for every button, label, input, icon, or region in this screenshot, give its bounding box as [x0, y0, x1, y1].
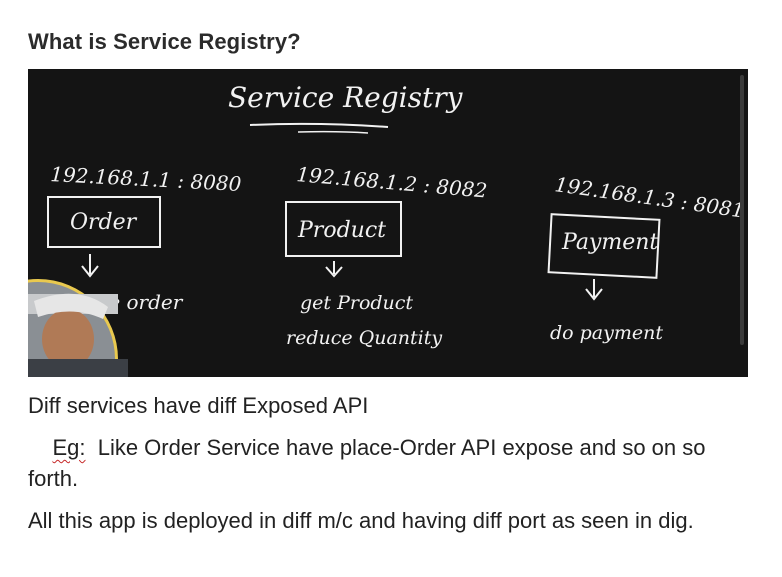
product-api-0: get Product [300, 292, 413, 314]
example-prefix: Eg: [52, 435, 86, 460]
payment-arrow [585, 279, 603, 301]
product-name: Product [297, 218, 386, 243]
order-arrow [81, 254, 99, 278]
title-underline-2 [297, 130, 369, 134]
product-address: 192.168.1.2 : 8082 [296, 162, 489, 203]
example-text: Like Order Service have place-Order API … [28, 435, 712, 491]
order-address: 192.168.1.1 : 8080 [50, 162, 242, 196]
scrollbar[interactable] [740, 75, 744, 345]
paragraph-diff-services: Diff services have diff Exposed API [28, 393, 369, 418]
order-name: Order [70, 210, 138, 235]
whiteboard-drawing: Service Registry 192.168.1.1 : 8080 Orde… [28, 81, 746, 377]
payment-name: Payment [561, 230, 658, 255]
payment-api-0: do payment [550, 322, 663, 344]
product-api-1: reduce Quantity [286, 327, 442, 349]
product-arrow [325, 261, 343, 278]
page-title: What is Service Registry? [28, 29, 301, 54]
board-title: Service Registry [228, 81, 464, 114]
paragraph-example: Eg: Like Order Service have place-Order … [28, 432, 748, 494]
title-underline [249, 122, 389, 128]
whiteboard-image: Service Registry 192.168.1.1 : 8080 Orde… [28, 69, 748, 377]
paragraph-deployment: All this app is deployed in diff m/c and… [28, 508, 694, 533]
example-indent [28, 435, 52, 460]
